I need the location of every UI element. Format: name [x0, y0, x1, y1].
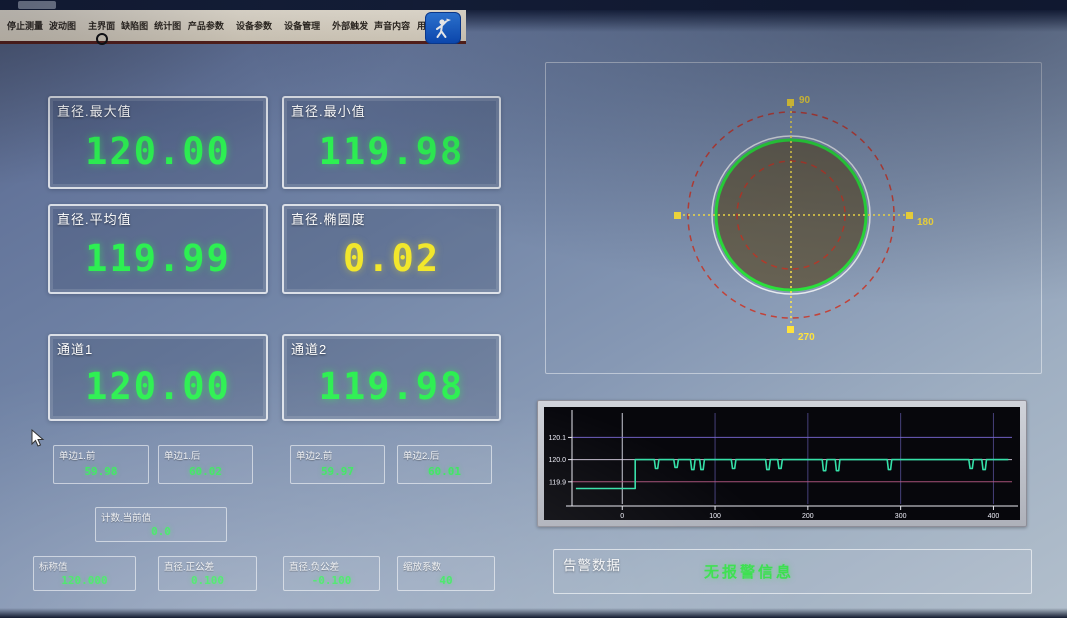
- counter-value: 0.0: [96, 521, 226, 541]
- alarm-message: 无报警信息: [704, 550, 794, 593]
- product-params-button[interactable]: 产品参数: [185, 17, 227, 34]
- metric-value: 119.98: [284, 120, 499, 183]
- edge-value: 60.01: [398, 459, 491, 483]
- main-screen-button[interactable]: 主界面: [85, 17, 118, 34]
- metric-label: 直径.最大值: [57, 101, 132, 120]
- right-axis-marker: [906, 212, 913, 219]
- bottom-bezel: [0, 608, 1067, 618]
- param-value: -0.100: [284, 570, 379, 590]
- svg-text:0: 0: [620, 513, 624, 520]
- statistics-chart-button[interactable]: 统计图: [151, 17, 184, 34]
- metric-box-channel2: 通道2 119.98: [282, 334, 501, 421]
- mouse-cursor: [31, 429, 45, 454]
- param-value: 0.100: [159, 570, 256, 590]
- trend-chart-panel: 120.1 120.0 119.9 0 100 200 300 400: [537, 400, 1027, 527]
- angle-label-bottom: 270: [798, 332, 815, 343]
- metric-value: 120.00: [50, 120, 266, 183]
- metric-box-diameter-min: 直径.最小值 119.98: [282, 96, 501, 189]
- svg-text:200: 200: [802, 513, 814, 520]
- metric-label: 通道1: [57, 339, 93, 358]
- alarm-data-box: 告警数据 无报警信息: [553, 549, 1032, 594]
- edge-value: 59.97: [291, 459, 384, 483]
- person-with-flag-icon: [425, 12, 461, 44]
- metric-value: 0.02: [284, 228, 499, 288]
- device-manage-button[interactable]: 设备管理: [281, 17, 323, 34]
- param-value: 120.000: [34, 570, 135, 590]
- svg-text:119.9: 119.9: [549, 479, 566, 486]
- metric-label: 直径.椭圆度: [291, 209, 366, 228]
- alarm-label: 告警数据: [563, 554, 621, 574]
- angle-label-right: 180: [917, 217, 934, 228]
- metric-box-diameter-max: 直径.最大值 120.00: [48, 96, 268, 189]
- svg-text:120.0: 120.0: [548, 457, 566, 464]
- device-params-button[interactable]: 设备参数: [233, 17, 275, 34]
- metric-label: 直径.最小值: [291, 101, 366, 120]
- metric-label: 直径.平均值: [57, 209, 132, 228]
- title-strip: [0, 0, 1067, 10]
- angle-label-top: 90: [799, 95, 811, 106]
- param-box-neg-tolerance: 直径.负公差 -0.100: [283, 556, 380, 591]
- measurement-app-window: 停止测量 波动图 主界面 缺陷图 统计图 产品参数 设备参数 设备管理 外部触发…: [0, 0, 1067, 618]
- metric-box-channel1: 通道1 120.00: [48, 334, 268, 421]
- edge-box-2-rear: 单边2.后 60.01: [397, 445, 492, 484]
- edge-box-1-rear: 单边1.后 60.02: [158, 445, 253, 484]
- edge-value: 60.02: [159, 459, 252, 483]
- cross-section-gauge-panel: 90 180 270: [545, 62, 1042, 374]
- metric-value: 119.98: [284, 358, 499, 415]
- trend-chart-svg: 120.1 120.0 119.9 0 100 200 300 400: [544, 407, 1020, 520]
- metric-value: 120.00: [50, 358, 266, 415]
- edge-box-1-front: 单边1.前 59.98: [53, 445, 149, 484]
- external-trigger-button[interactable]: 外部触发: [329, 17, 371, 34]
- bottom-axis-marker: [787, 326, 794, 333]
- svg-text:400: 400: [988, 513, 1000, 520]
- edge-box-2-front: 单边2.前 59.97: [290, 445, 385, 484]
- svg-text:100: 100: [709, 513, 721, 520]
- fluctuation-chart-button[interactable]: 波动图: [46, 17, 79, 34]
- titlebar-fragment: [18, 1, 56, 9]
- svg-text:120.1: 120.1: [548, 435, 566, 442]
- param-box-nominal: 标称值 120.000: [33, 556, 136, 591]
- toolbar-right-filler: [460, 10, 1067, 32]
- trend-chart-area: 120.1 120.0 119.9 0 100 200 300 400: [544, 407, 1020, 520]
- metric-box-diameter-avg: 直径.平均值 119.99: [48, 204, 268, 294]
- sound-content-button[interactable]: 声音内容: [371, 17, 413, 34]
- metric-box-ovality: 直径.椭圆度 0.02: [282, 204, 501, 294]
- param-value: 40: [398, 570, 494, 590]
- metric-label: 通道2: [291, 339, 327, 358]
- metric-value: 119.99: [50, 228, 266, 288]
- cross-section-gauge: 90 180 270: [546, 63, 1039, 371]
- edge-value: 59.98: [54, 459, 148, 483]
- selected-page-indicator: [96, 33, 108, 45]
- svg-text:300: 300: [895, 513, 907, 520]
- param-box-pos-tolerance: 直径.正公差 0.100: [158, 556, 257, 591]
- param-box-scale-factor: 缩放系数 40: [397, 556, 495, 591]
- stop-measure-button[interactable]: 停止测量: [4, 17, 46, 34]
- top-axis-marker: [787, 99, 794, 106]
- counter-box: 计数.当前值 0.0: [95, 507, 227, 542]
- main-toolbar: 停止测量 波动图 主界面 缺陷图 统计图 产品参数 设备参数 设备管理 外部触发…: [0, 10, 466, 44]
- defect-chart-button[interactable]: 缺陷图: [118, 17, 151, 34]
- left-axis-marker: [674, 212, 681, 219]
